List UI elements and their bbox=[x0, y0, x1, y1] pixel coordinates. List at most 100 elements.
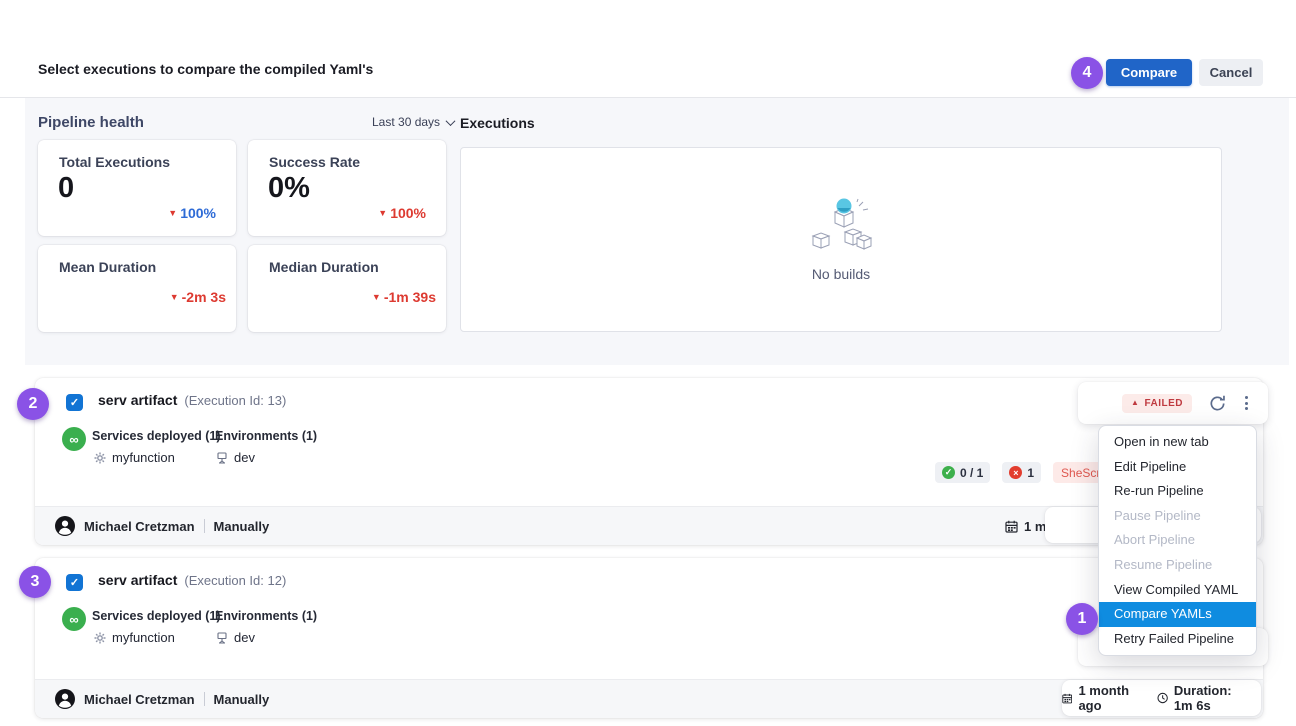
metric-card-total-executions: Total Executions 0 ▼ 100% bbox=[38, 140, 236, 236]
service-name[interactable]: myfunction bbox=[112, 630, 175, 645]
metric-label: Total Executions bbox=[59, 154, 170, 170]
execution-footer: Michael Cretzman Manually 1 month ago bbox=[35, 679, 1263, 718]
trend-value: -2m 3s bbox=[182, 289, 226, 305]
service-name[interactable]: myfunction bbox=[112, 450, 175, 465]
chevron-down-icon bbox=[446, 116, 456, 126]
success-count-pill: ✓ 0 / 1 bbox=[935, 462, 990, 483]
footer-separator bbox=[204, 519, 205, 533]
menu-item-compare-yamls[interactable]: Compare YAMLs bbox=[1099, 602, 1256, 627]
cd-pipeline-icon: ∞ bbox=[62, 607, 86, 631]
execution-duration: Duration: 1m 6s bbox=[1174, 683, 1253, 713]
trend-down-icon: ▼ bbox=[372, 293, 381, 302]
executions-title: Executions bbox=[460, 115, 535, 131]
no-builds-illustration bbox=[807, 198, 875, 256]
compare-button[interactable]: Compare bbox=[1106, 59, 1192, 86]
gear-icon bbox=[94, 452, 106, 464]
triggered-by[interactable]: Michael Cretzman bbox=[84, 692, 195, 707]
annotation-badge-2: 2 bbox=[17, 388, 49, 420]
environment-name[interactable]: dev bbox=[234, 450, 255, 465]
metric-trend: ▼ -2m 3s bbox=[170, 289, 226, 305]
menu-item-rerun-pipeline[interactable]: Re-run Pipeline bbox=[1099, 479, 1256, 504]
metric-label: Median Duration bbox=[269, 259, 379, 275]
trend-value: 100% bbox=[180, 205, 216, 221]
metric-label: Success Rate bbox=[269, 154, 360, 170]
metric-value: 0% bbox=[268, 172, 310, 205]
user-avatar bbox=[55, 689, 75, 709]
refresh-icon[interactable] bbox=[1208, 394, 1227, 413]
execution-id-label: (Execution Id: 12) bbox=[184, 573, 286, 588]
metric-trend: ▼ -1m 39s bbox=[372, 289, 436, 305]
annotation-badge-1: 1 bbox=[1066, 603, 1098, 635]
services-deployed-label: Services deployed (1) bbox=[92, 429, 221, 443]
execution-row-13[interactable]: ✓ serv artifact (Execution Id: 13) ∞ Ser… bbox=[35, 378, 1263, 545]
metric-label: Mean Duration bbox=[59, 259, 156, 275]
pipeline-context-menu: Open in new tab Edit Pipeline Re-run Pip… bbox=[1098, 425, 1257, 656]
metric-trend: ▼ 100% bbox=[378, 205, 426, 221]
execution-id-label: (Execution Id: 13) bbox=[184, 393, 286, 408]
pipeline-name[interactable]: serv artifact bbox=[98, 572, 177, 588]
clock-icon bbox=[1157, 691, 1168, 705]
failed-icon: × bbox=[1009, 466, 1022, 479]
metric-card-success-rate: Success Rate 0% ▼ 100% bbox=[248, 140, 446, 236]
execution-timestamp: 1 month ago bbox=[1078, 683, 1140, 713]
success-icon: ✓ bbox=[942, 466, 955, 479]
metric-trend: ▼ 100% bbox=[168, 205, 216, 221]
environment-name[interactable]: dev bbox=[234, 630, 255, 645]
annotation-badge-3: 3 bbox=[19, 566, 51, 598]
metric-card-mean-duration: Mean Duration ▼ -2m 3s bbox=[38, 245, 236, 332]
executions-empty-panel: No builds bbox=[460, 147, 1222, 332]
calendar-icon bbox=[1005, 520, 1018, 533]
compare-executions-page: Select executions to compare the compile… bbox=[0, 0, 1296, 726]
environment-icon bbox=[216, 452, 228, 464]
status-text: FAILED bbox=[1144, 398, 1183, 409]
user-avatar bbox=[55, 516, 75, 536]
pipeline-name[interactable]: serv artifact bbox=[98, 392, 177, 408]
services-deployed-label: Services deployed (1) bbox=[92, 609, 221, 623]
trend-value: -1m 39s bbox=[384, 289, 436, 305]
row-actions-toolbar: ▲ FAILED bbox=[1078, 382, 1268, 424]
menu-item-edit-pipeline[interactable]: Edit Pipeline bbox=[1099, 455, 1256, 480]
menu-item-open-in-new-tab[interactable]: Open in new tab bbox=[1099, 430, 1256, 455]
execution-footer: Michael Cretzman Manually 1 mo bbox=[35, 506, 1263, 545]
environment-icon bbox=[216, 632, 228, 644]
success-count: 0 / 1 bbox=[960, 466, 983, 480]
footer-separator bbox=[204, 692, 205, 706]
menu-item-resume-pipeline: Resume Pipeline bbox=[1099, 553, 1256, 578]
environments-label: Environments (1) bbox=[215, 429, 317, 443]
trend-value: 100% bbox=[390, 205, 426, 221]
cancel-button[interactable]: Cancel bbox=[1199, 59, 1263, 86]
time-range-label: Last 30 days bbox=[372, 115, 440, 129]
time-range-select[interactable]: Last 30 days bbox=[372, 115, 454, 129]
trigger-type: Manually bbox=[214, 692, 270, 707]
trend-down-icon: ▼ bbox=[168, 209, 177, 218]
menu-item-abort-pipeline: Abort Pipeline bbox=[1099, 528, 1256, 553]
calendar-icon bbox=[1062, 692, 1072, 705]
cd-pipeline-icon: ∞ bbox=[62, 427, 86, 451]
trend-down-icon: ▼ bbox=[378, 209, 387, 218]
menu-item-pause-pipeline: Pause Pipeline bbox=[1099, 504, 1256, 529]
warning-icon: ▲ bbox=[1131, 399, 1139, 407]
menu-item-retry-failed-pipeline[interactable]: Retry Failed Pipeline bbox=[1099, 627, 1256, 652]
environments-label: Environments (1) bbox=[215, 609, 317, 623]
footer-hover-panel: 1 month ago Duration: 1m 6s bbox=[1062, 680, 1261, 716]
menu-item-view-compiled-yaml[interactable]: View Compiled YAML bbox=[1099, 578, 1256, 603]
pipeline-summary-section: Pipeline health Last 30 days Total Execu… bbox=[25, 98, 1289, 365]
annotation-badge-4: 4 bbox=[1071, 57, 1103, 89]
status-badge: ▲ FAILED bbox=[1122, 394, 1192, 413]
page-title: Select executions to compare the compile… bbox=[38, 61, 373, 77]
execution-checkbox[interactable]: ✓ bbox=[66, 574, 83, 591]
trend-down-icon: ▼ bbox=[170, 293, 179, 302]
failed-count: 1 bbox=[1027, 466, 1034, 480]
empty-state-text: No builds bbox=[812, 266, 870, 282]
metric-card-median-duration: Median Duration ▼ -1m 39s bbox=[248, 245, 446, 332]
stage-stats-row: ✓ 0 / 1 × 1 SheScript bbox=[935, 462, 1111, 483]
trigger-type: Manually bbox=[214, 519, 270, 534]
kebab-menu-icon[interactable] bbox=[1243, 394, 1250, 412]
pipeline-health-title: Pipeline health bbox=[38, 114, 144, 131]
failed-count-pill: × 1 bbox=[1002, 462, 1041, 483]
gear-icon bbox=[94, 632, 106, 644]
execution-row-12[interactable]: ✓ serv artifact (Execution Id: 12) ∞ Ser… bbox=[35, 558, 1263, 718]
execution-checkbox[interactable]: ✓ bbox=[66, 394, 83, 411]
metric-value: 0 bbox=[58, 172, 74, 205]
triggered-by[interactable]: Michael Cretzman bbox=[84, 519, 195, 534]
